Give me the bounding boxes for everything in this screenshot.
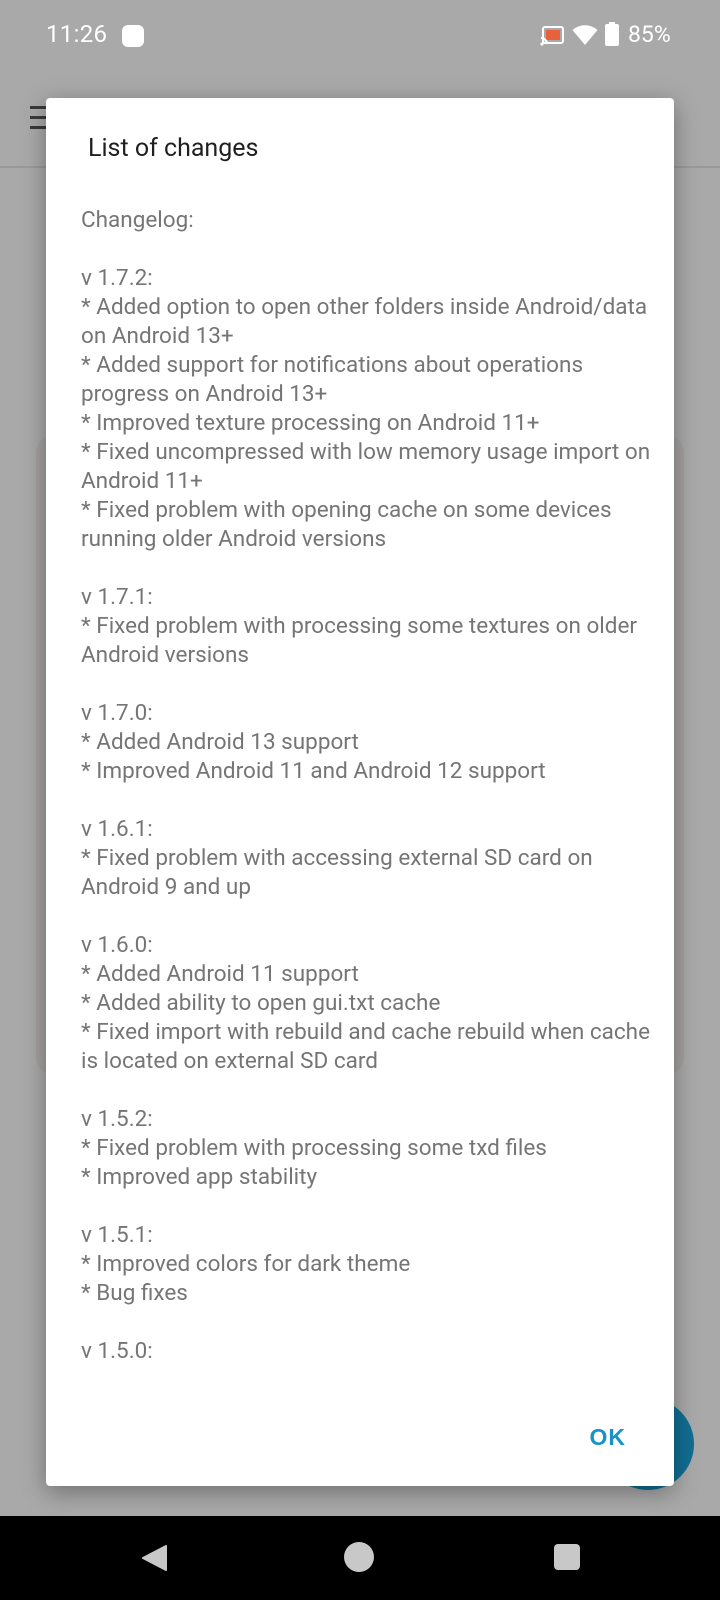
change-item: * Improved texture processing on Android… bbox=[81, 410, 540, 436]
change-item: * Fixed import with rebuild and cache re… bbox=[81, 1019, 651, 1074]
release-version: v 1.7.2: bbox=[81, 265, 153, 291]
status-time: 11:26 bbox=[46, 20, 108, 48]
home-icon[interactable] bbox=[344, 1542, 374, 1572]
navigation-bar bbox=[0, 1516, 720, 1600]
release-version: v 1.5.1: bbox=[81, 1222, 153, 1248]
release-block: v 1.5.1: * Improved colors for dark theme… bbox=[81, 1221, 651, 1308]
change-item: * Added Android 11 support bbox=[81, 961, 359, 987]
back-icon[interactable] bbox=[140, 1544, 168, 1572]
change-item: * Added ability to open gui.txt cache bbox=[81, 990, 441, 1016]
ok-button[interactable]: OK bbox=[590, 1424, 627, 1451]
change-item: * Added Android 13 support bbox=[81, 729, 359, 755]
wifi-icon bbox=[572, 25, 598, 45]
changelog-header: Changelog: bbox=[81, 207, 194, 233]
cast-icon bbox=[540, 26, 564, 46]
release-block: v 1.7.1: * Fixed problem with processing … bbox=[81, 583, 651, 670]
release-block: v 1.7.2: * Added option to open other fol… bbox=[81, 264, 651, 554]
battery-percentage: 85% bbox=[628, 21, 671, 48]
change-item: * Improved Android 11 and Android 12 sup… bbox=[81, 758, 546, 784]
release-version: v 1.7.1: bbox=[81, 584, 153, 610]
release-block: v 1.6.0: * Added Android 11 support * Adde… bbox=[81, 931, 651, 1076]
change-item: * Fixed problem with processing some tex… bbox=[81, 613, 638, 668]
release-block: v 1.5.0: bbox=[81, 1337, 651, 1366]
change-item: * Fixed problem with accessing external … bbox=[81, 845, 593, 900]
release-block: v 1.5.2: * Fixed problem with processing … bbox=[81, 1105, 651, 1192]
change-item: * Bug fixes bbox=[81, 1280, 188, 1306]
release-version: v 1.7.0: bbox=[81, 700, 153, 726]
release-version: v 1.5.0: bbox=[81, 1338, 153, 1364]
change-item: * Added support for notifications about … bbox=[81, 352, 584, 407]
change-item: * Improved app stability bbox=[81, 1164, 318, 1190]
change-item: * Improved colors for dark theme bbox=[81, 1251, 411, 1277]
release-block: v 1.6.1: * Fixed problem with accessing e… bbox=[81, 815, 651, 902]
recents-icon[interactable] bbox=[554, 1544, 580, 1570]
release-version: v 1.6.1: bbox=[81, 816, 153, 842]
dialog-title: List of changes bbox=[88, 134, 259, 163]
change-item: * Fixed uncompressed with low memory usa… bbox=[81, 439, 651, 494]
release-version: v 1.6.0: bbox=[81, 932, 153, 958]
change-item: * Added option to open other folders ins… bbox=[81, 294, 648, 349]
release-block: v 1.7.0: * Added Android 13 support * Impr… bbox=[81, 699, 651, 786]
release-version: v 1.5.2: bbox=[81, 1106, 153, 1132]
battery-icon bbox=[605, 22, 619, 46]
release-list: v 1.7.2: * Added option to open other fol… bbox=[81, 264, 651, 1366]
changelog-scroll-area[interactable]: Changelog: v 1.7.2: * Added option to ope… bbox=[81, 206, 651, 1466]
status-bar: 11:26 85% bbox=[0, 0, 720, 74]
change-item: * Fixed problem with opening cache on so… bbox=[81, 497, 612, 552]
change-item: * Fixed problem with processing some txd… bbox=[81, 1135, 547, 1161]
note-icon bbox=[122, 25, 144, 47]
changelog-dialog: List of changes Changelog: v 1.7.2: * Add… bbox=[46, 98, 674, 1486]
